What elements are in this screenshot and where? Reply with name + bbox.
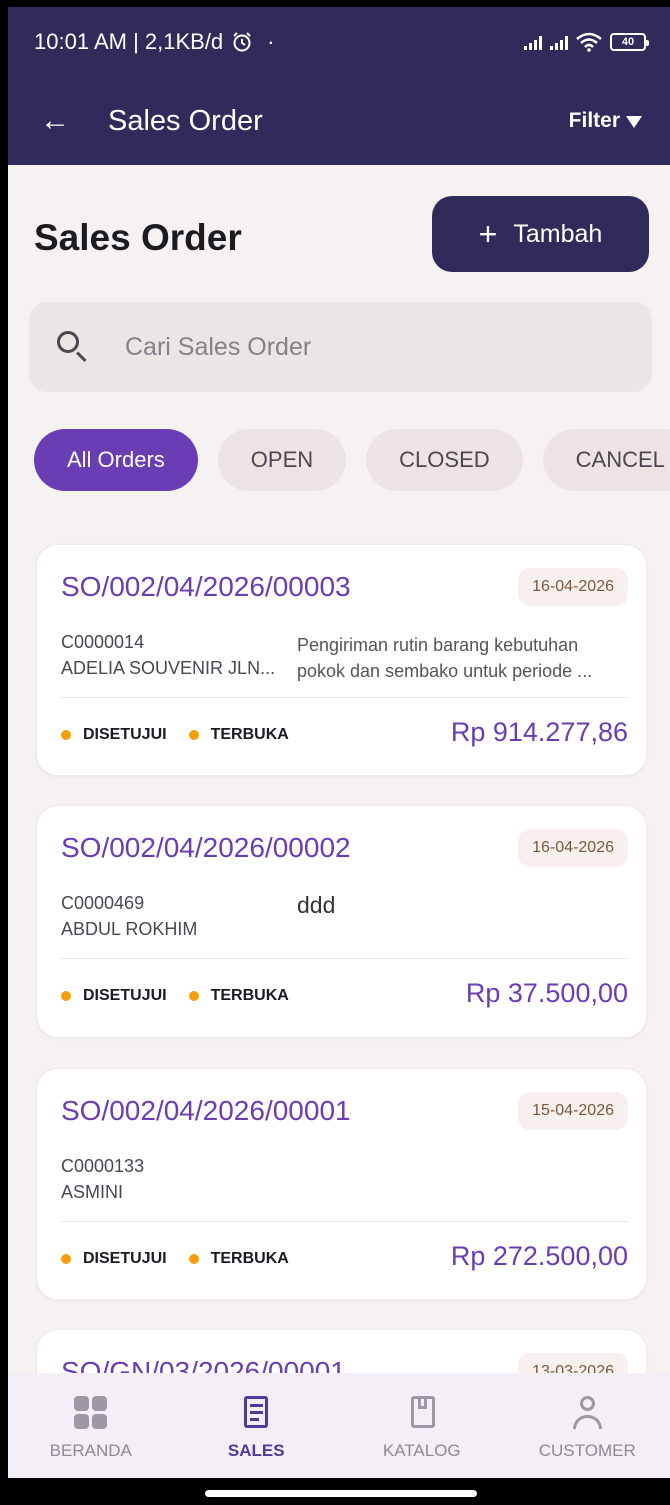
- order-number: SO/002/04/2026/00001: [61, 1095, 351, 1126]
- order-description: Pengiriman rutin barang kebutuhan pokok …: [297, 632, 627, 684]
- customer-name: ASMINI: [61, 1182, 124, 1202]
- status-badge: DISETUJUI: [61, 726, 167, 744]
- screen: 10:01 AM | 2,1KB/d · 40 ← Sales Order Fi…: [8, 7, 670, 1478]
- badge-label: DISETUJUI: [83, 987, 167, 1004]
- chip-all-orders[interactable]: All Orders: [34, 429, 198, 491]
- divider: [61, 697, 628, 698]
- order-card[interactable]: SO/002/04/2026/00003 16-04-2026 C0000014…: [36, 544, 647, 776]
- order-total: Rp 272.500,00: [450, 1241, 628, 1271]
- book-icon: [402, 1393, 442, 1433]
- customer-code: C0000133: [61, 1156, 145, 1176]
- nav-item-beranda[interactable]: BERANDA: [16, 1393, 166, 1461]
- signal-icon: [524, 34, 542, 50]
- filter-label: Filter: [568, 109, 620, 132]
- status-badge: DISETUJUI: [61, 987, 167, 1005]
- app-bar-title: Sales Order: [108, 104, 263, 137]
- receipt-icon: [236, 1393, 276, 1433]
- chip-open[interactable]: OPEN: [217, 429, 347, 491]
- status-badges: DISETUJUI TERBUKA: [61, 726, 289, 744]
- badge-label: DISETUJUI: [83, 1250, 167, 1267]
- status-dot-icon: [188, 1254, 199, 1264]
- chip-closed[interactable]: CLOSED: [366, 429, 523, 491]
- status-badges: DISETUJUI TERBUKA: [61, 1250, 289, 1268]
- status-bar: 10:01 AM | 2,1KB/d · 40: [8, 7, 670, 77]
- add-order-button[interactable]: + Tambah: [432, 196, 649, 272]
- page-title: Sales Order: [34, 217, 242, 258]
- search-bar[interactable]: [29, 302, 652, 392]
- status-badge: TERBUKA: [188, 1250, 289, 1268]
- home-indicator[interactable]: [205, 1490, 477, 1497]
- order-number: SO/002/04/2026/00003: [61, 571, 351, 602]
- nav-label: KATALOG: [382, 1441, 461, 1460]
- order-card[interactable]: SO/002/04/2026/00001 15-04-2026 C0000133…: [36, 1068, 647, 1300]
- divider: [61, 1221, 628, 1222]
- plus-icon: +: [478, 216, 498, 252]
- order-number: SO/002/04/2026/00002: [61, 832, 351, 863]
- alarm-clock-icon: [233, 32, 251, 52]
- order-card[interactable]: SO/002/04/2026/00002 16-04-2026 C0000469…: [36, 805, 647, 1038]
- nav-item-katalog[interactable]: KATALOG: [347, 1393, 497, 1461]
- status-dot: ·: [267, 29, 275, 54]
- grid-icon: [71, 1393, 111, 1433]
- badge-label: TERBUKA: [210, 1250, 289, 1267]
- badge-label: DISETUJUI: [83, 726, 167, 743]
- badge-label: TERBUKA: [210, 726, 289, 743]
- battery-icon: 40: [610, 33, 649, 51]
- nav-label: SALES: [227, 1441, 285, 1460]
- status-dot-icon: [61, 730, 71, 740]
- order-date: 15-04-2026: [518, 1092, 628, 1130]
- status-filter-chips: All Orders OPEN CLOSED CANCEL: [34, 429, 670, 491]
- order-total: Rp 37.500,00: [465, 978, 628, 1008]
- description-line: pokok dan sembako untuk periode ...: [297, 661, 593, 681]
- signal-icon: [550, 34, 568, 50]
- status-badge: TERBUKA: [188, 726, 289, 744]
- app-bar: ← Sales Order Filter: [8, 77, 670, 165]
- add-button-label: Tambah: [513, 219, 603, 248]
- nav-item-customer[interactable]: CUSTOMER: [512, 1393, 662, 1461]
- description-line: Pengiriman rutin barang kebutuhan: [297, 635, 579, 655]
- chip-cancel[interactable]: CANCEL: [542, 429, 670, 491]
- customer-name: ADELIA SOUVENIR JLN...: [61, 658, 276, 678]
- status-dot-icon: [61, 1254, 71, 1264]
- status-badge: DISETUJUI: [61, 1250, 167, 1268]
- status-dot-icon: [188, 991, 199, 1001]
- order-description: ddd: [297, 892, 336, 918]
- filter-button[interactable]: Filter: [569, 109, 642, 133]
- nav-label: BERANDA: [49, 1441, 132, 1460]
- search-input[interactable]: [125, 332, 585, 362]
- customer-code: C0000014: [61, 632, 145, 652]
- wifi-icon: [576, 32, 602, 52]
- customer-name: ABDUL ROKHIM: [61, 919, 198, 939]
- status-time: 10:01 AM | 2,1KB/d: [34, 29, 224, 54]
- order-total: Rp 914.277,86: [450, 717, 628, 747]
- nav-label: CUSTOMER: [538, 1441, 636, 1460]
- nav-item-sales[interactable]: SALES: [181, 1393, 331, 1461]
- badge-label: TERBUKA: [210, 987, 289, 1004]
- divider: [61, 958, 628, 959]
- status-badges: DISETUJUI TERBUKA: [61, 987, 289, 1005]
- status-badge: TERBUKA: [188, 987, 289, 1005]
- order-date: 16-04-2026: [518, 829, 628, 867]
- status-dot-icon: [188, 730, 199, 740]
- bottom-navigation: BERANDA SALES KATALOG CUSTOMER: [8, 1373, 670, 1478]
- customer-code: C0000469: [61, 893, 145, 913]
- search-icon: [55, 329, 91, 365]
- order-date: 16-04-2026: [518, 568, 628, 606]
- filter-funnel-icon: [626, 116, 642, 128]
- back-arrow-icon[interactable]: ←: [40, 106, 70, 136]
- status-dot-icon: [61, 991, 71, 1001]
- user-icon: [567, 1393, 607, 1433]
